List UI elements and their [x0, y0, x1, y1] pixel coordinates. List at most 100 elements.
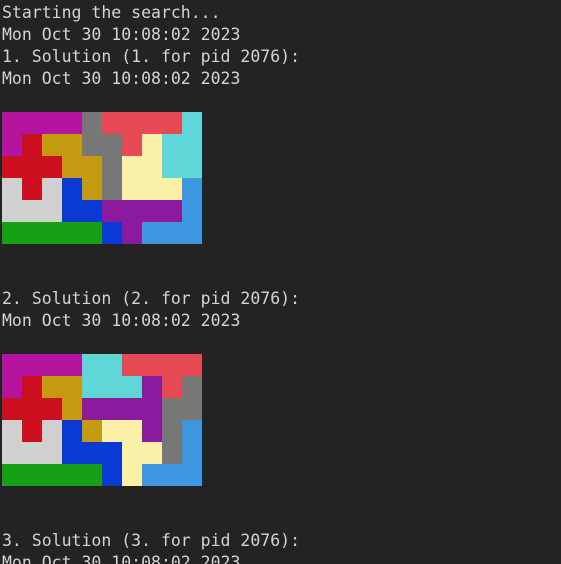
board-cell — [42, 354, 62, 376]
board-cell — [2, 178, 22, 200]
board-cell — [42, 442, 62, 464]
board-cell — [142, 398, 162, 420]
board-cell — [102, 398, 122, 420]
board-cell — [102, 376, 122, 398]
board-cell — [122, 112, 142, 134]
board-cell — [142, 354, 162, 376]
solution-header: 3. Solution (3. for pid 2076): — [2, 531, 301, 550]
board-cell — [102, 134, 122, 156]
board-cell — [22, 420, 42, 442]
board-cell — [162, 200, 182, 222]
board-cell — [42, 112, 62, 134]
board-cell — [2, 420, 22, 442]
board-cell — [102, 200, 122, 222]
board-cell — [142, 134, 162, 156]
board-cell — [62, 398, 82, 420]
board-cell — [82, 134, 102, 156]
board-cell — [182, 200, 202, 222]
board-cell — [122, 442, 142, 464]
board-cell — [82, 222, 102, 244]
board-cell — [42, 222, 62, 244]
board-cell — [162, 420, 182, 442]
board-cell — [62, 354, 82, 376]
solution-header: 1. Solution (1. for pid 2076): — [2, 47, 301, 66]
board-cell — [102, 222, 122, 244]
board-cell — [182, 420, 202, 442]
timestamp-line: Mon Oct 30 10:08:02 2023 — [2, 69, 241, 88]
board-cell — [22, 442, 42, 464]
board-cell — [42, 156, 62, 178]
board-cell — [82, 398, 102, 420]
board-cell — [162, 398, 182, 420]
board-cell — [182, 442, 202, 464]
status-line: Starting the search... — [2, 3, 221, 22]
board-cell — [62, 376, 82, 398]
board-cell — [22, 398, 42, 420]
solution-header: 2. Solution (2. for pid 2076): — [2, 289, 301, 308]
board-cell — [2, 398, 22, 420]
board-cell — [82, 420, 102, 442]
board-cell — [142, 200, 162, 222]
board-cell — [142, 442, 162, 464]
board-cell — [62, 112, 82, 134]
board-cell — [82, 156, 102, 178]
board-cell — [102, 178, 122, 200]
board-cell — [182, 464, 202, 486]
board-cell — [82, 178, 102, 200]
board-cell — [62, 464, 82, 486]
board-cell — [162, 376, 182, 398]
board-cell — [62, 156, 82, 178]
board-cell — [82, 354, 102, 376]
board-cell — [182, 178, 202, 200]
board-cell — [42, 464, 62, 486]
solution-board — [2, 354, 202, 486]
board-cell — [182, 222, 202, 244]
board-cell — [142, 376, 162, 398]
board-cell — [42, 200, 62, 222]
board-cell — [62, 222, 82, 244]
board-cell — [82, 442, 102, 464]
board-cell — [2, 112, 22, 134]
board-cell — [142, 156, 162, 178]
board-cell — [22, 464, 42, 486]
board-cell — [122, 354, 142, 376]
board-cell — [42, 420, 62, 442]
board-cell — [22, 112, 42, 134]
board-cell — [102, 112, 122, 134]
board-cell — [122, 222, 142, 244]
board-cell — [122, 376, 142, 398]
board-cell — [2, 156, 22, 178]
board-cell — [42, 178, 62, 200]
board-cell — [162, 222, 182, 244]
board-cell — [82, 464, 102, 486]
board-cell — [122, 398, 142, 420]
board-cell — [162, 442, 182, 464]
board-cell — [2, 442, 22, 464]
board-cell — [122, 464, 142, 486]
board-cell — [82, 112, 102, 134]
board-cell — [142, 222, 162, 244]
board-cell — [142, 178, 162, 200]
board-cell — [62, 178, 82, 200]
terminal-output: Starting the search... Mon Oct 30 10:08:… — [0, 0, 561, 564]
board-cell — [162, 178, 182, 200]
board-cell — [182, 398, 202, 420]
board-cell — [22, 134, 42, 156]
board-cell — [22, 156, 42, 178]
board-cell — [142, 112, 162, 134]
board-cell — [162, 354, 182, 376]
board-cell — [142, 464, 162, 486]
board-cell — [2, 354, 22, 376]
timestamp-line: Mon Oct 30 10:08:02 2023 — [2, 311, 241, 330]
board-cell — [182, 112, 202, 134]
board-cell — [102, 354, 122, 376]
board-cell — [2, 464, 22, 486]
board-cell — [162, 156, 182, 178]
board-cell — [42, 376, 62, 398]
board-cell — [22, 178, 42, 200]
board-cell — [42, 134, 62, 156]
board-cell — [122, 420, 142, 442]
board-cell — [162, 464, 182, 486]
board-cell — [162, 112, 182, 134]
board-cell — [182, 134, 202, 156]
